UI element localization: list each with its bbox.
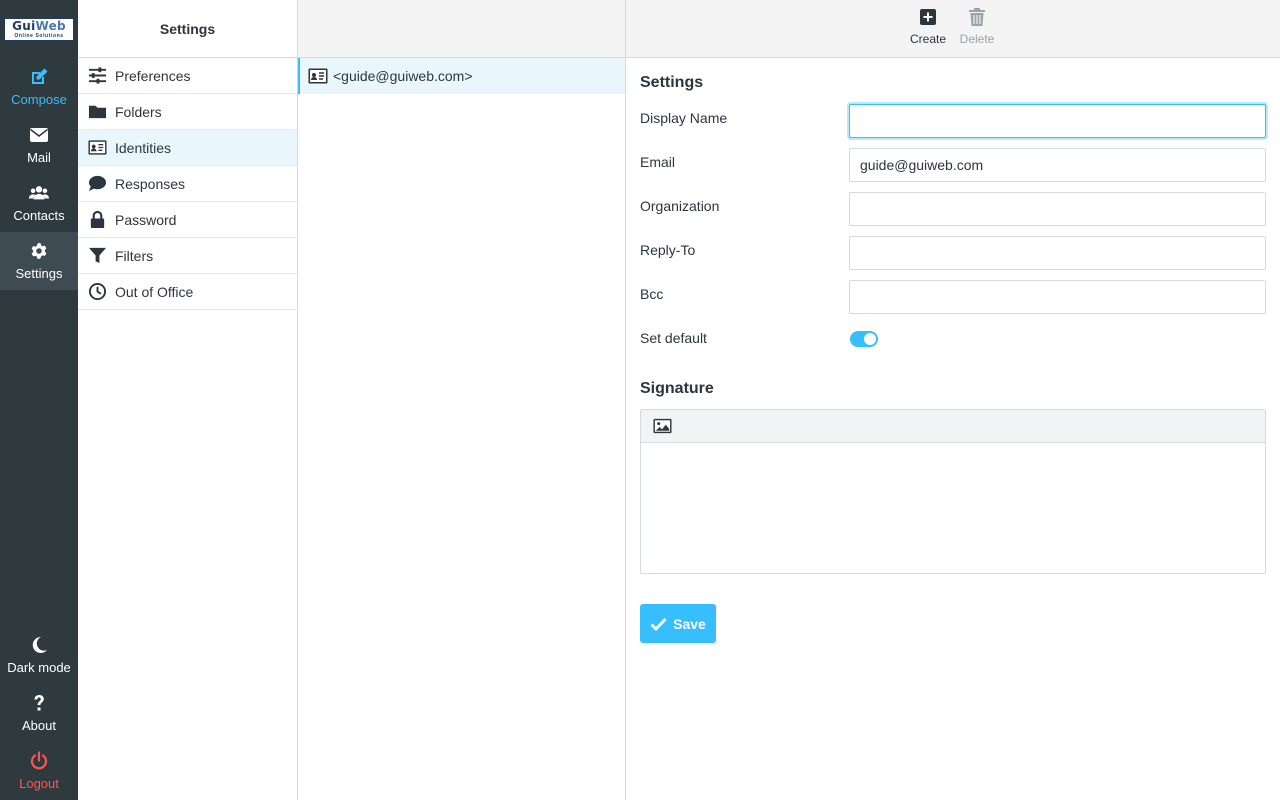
nav-mail[interactable]: Mail: [0, 116, 78, 174]
reply-to-row: Reply-To: [640, 236, 1266, 270]
nav-dark-mode[interactable]: Dark mode: [0, 626, 78, 684]
identity-editor: Create Delete Settings Display Name Emai…: [626, 0, 1280, 800]
identity-label: <guide@guiweb.com>: [333, 68, 473, 84]
signature-textarea[interactable]: [641, 443, 1265, 573]
lock-icon: [90, 210, 105, 229]
power-icon: [30, 751, 48, 770]
reply-to-input[interactable]: [849, 236, 1266, 270]
delete-button[interactable]: Delete: [952, 8, 1002, 46]
folder-icon: [88, 105, 107, 119]
bcc-input[interactable]: [849, 280, 1266, 314]
bcc-row: Bcc: [640, 280, 1266, 314]
set-default-toggle[interactable]: [850, 331, 878, 347]
main-navigation: GuiWeb Online Solutions Compose Mail Con…: [0, 0, 78, 800]
create-button-label: Create: [909, 32, 947, 46]
identity-form: Settings Display Name Email Organization…: [640, 74, 1266, 643]
nav-contacts[interactable]: Contacts: [0, 174, 78, 232]
display-name-label: Display Name: [640, 110, 728, 126]
nav-about[interactable]: About: [0, 684, 78, 742]
logo-tagline: Online Solutions: [14, 33, 64, 39]
email-input[interactable]: [849, 148, 1266, 182]
bcc-label: Bcc: [640, 286, 664, 302]
signature-toolbar: [641, 410, 1265, 443]
set-default-label: Set default: [640, 330, 707, 346]
nav-mail-label: Mail: [27, 150, 51, 165]
filter-icon: [88, 247, 107, 264]
identities-list: <guide@guiweb.com>: [298, 0, 626, 800]
identity-row[interactable]: <guide@guiweb.com>: [298, 58, 625, 94]
settings-item-label: Identities: [115, 139, 172, 156]
id-card-icon: [308, 68, 328, 84]
save-button-label: Save: [673, 615, 706, 632]
plus-square-icon: [920, 9, 936, 25]
settings-item-label: Folders: [115, 103, 162, 120]
clock-icon: [88, 282, 107, 301]
comment-icon: [88, 175, 107, 192]
settings-item-password[interactable]: Password: [78, 202, 297, 238]
organization-row: Organization: [640, 192, 1266, 226]
envelope-icon: [30, 128, 48, 142]
guiweb-logo[interactable]: GuiWeb Online Solutions: [4, 18, 74, 41]
toggle-knob: [864, 333, 876, 345]
set-default-row: Set default: [640, 324, 1266, 358]
create-button[interactable]: Create: [903, 8, 953, 46]
display-name-row: Display Name: [640, 104, 1266, 138]
settings-item-label: Password: [115, 211, 177, 228]
nav-settings-label: Settings: [15, 266, 63, 281]
settings-item-identities[interactable]: Identities: [78, 130, 297, 166]
question-icon: [34, 695, 44, 711]
display-name-input[interactable]: [849, 104, 1266, 138]
settings-section-title: Settings: [640, 74, 704, 91]
settings-menu-header: Settings: [78, 0, 297, 58]
nav-settings[interactable]: Settings: [0, 232, 78, 290]
signature-section-title: Signature: [640, 380, 714, 397]
organization-input[interactable]: [849, 192, 1266, 226]
id-card-icon: [88, 140, 107, 155]
identities-list-header: [298, 0, 625, 58]
logo-text-web: Web: [35, 19, 66, 33]
nav-dark-mode-label: Dark mode: [7, 660, 71, 675]
save-button[interactable]: Save: [640, 604, 716, 643]
settings-item-filters[interactable]: Filters: [78, 238, 297, 274]
toolbar: Create Delete: [626, 0, 1280, 58]
settings-item-responses[interactable]: Responses: [78, 166, 297, 202]
settings-item-out-of-office[interactable]: Out of Office: [78, 274, 297, 310]
nav-logout-label: Logout: [19, 776, 59, 791]
check-icon: [650, 617, 667, 631]
settings-item-label: Filters: [115, 247, 154, 264]
image-icon[interactable]: [653, 418, 672, 434]
reply-to-label: Reply-To: [640, 242, 696, 258]
settings-item-label: Preferences: [115, 67, 191, 84]
settings-item-folders[interactable]: Folders: [78, 94, 297, 130]
nav-compose-label: Compose: [11, 92, 67, 107]
settings-item-preferences[interactable]: Preferences: [78, 58, 297, 94]
nav-logout[interactable]: Logout: [0, 742, 78, 800]
signature-editor: [640, 409, 1266, 574]
delete-button-label: Delete: [959, 32, 995, 46]
users-icon: [29, 186, 49, 200]
compose-icon: [32, 68, 48, 84]
trash-icon: [969, 8, 985, 26]
moon-icon: [32, 636, 47, 653]
email-row: Email: [640, 148, 1266, 182]
nav-contacts-label: Contacts: [13, 208, 65, 223]
gear-icon: [31, 243, 47, 259]
settings-menu: Settings Preferences Folders Identities …: [78, 0, 298, 800]
nav-compose[interactable]: Compose: [0, 58, 78, 116]
nav-about-label: About: [22, 718, 56, 733]
email-label: Email: [640, 154, 676, 170]
logo-text-gui: Gui: [12, 19, 36, 33]
organization-label: Organization: [640, 198, 720, 214]
settings-item-label: Out of Office: [115, 283, 194, 300]
sliders-icon: [88, 67, 107, 84]
settings-item-label: Responses: [115, 175, 186, 192]
